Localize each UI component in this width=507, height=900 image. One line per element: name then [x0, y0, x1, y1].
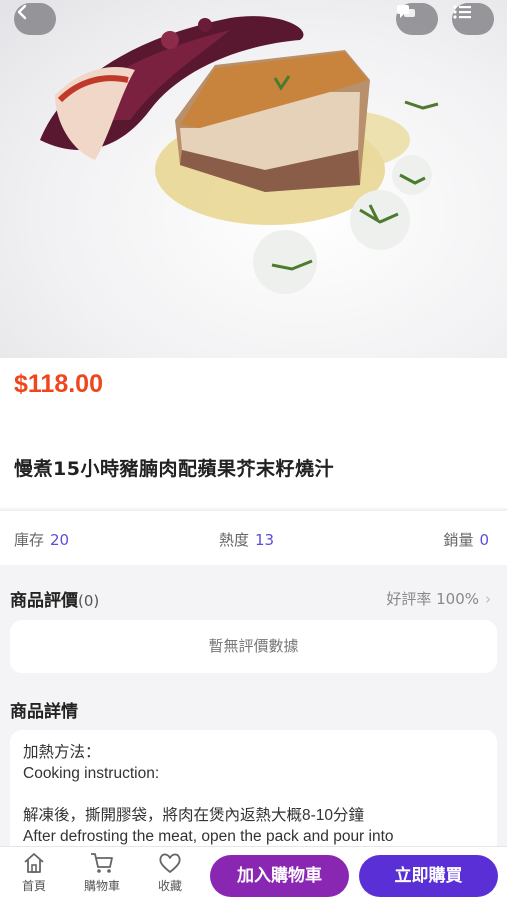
good-rate-label: 好評率 100%	[386, 590, 479, 608]
stock-stat: 庫存 20	[14, 529, 69, 550]
reviews-empty-text: 暫無評價數據	[208, 637, 299, 655]
nav-favorite-label: 收藏	[157, 879, 182, 893]
heat-stat: 熱度 13	[219, 529, 274, 550]
buy-now-button[interactable]: 立即購買	[359, 855, 498, 897]
nav-home[interactable]: 首頁	[6, 851, 62, 894]
list-menu-icon	[453, 5, 471, 19]
product-price: $118.00	[14, 370, 103, 398]
chat-button[interactable]	[396, 3, 438, 35]
heat-value: 13	[255, 531, 275, 549]
chat-icon	[397, 5, 415, 18]
heat-label: 熱度	[219, 531, 250, 549]
stock-label: 庫存	[14, 531, 45, 549]
chevron-right-icon: ›	[485, 590, 491, 608]
menu-button[interactable]	[452, 3, 494, 35]
reviews-empty: 暫無評價數據	[10, 620, 497, 673]
sales-stat: 銷量 0	[443, 529, 489, 550]
nav-cart[interactable]: 購物車	[74, 851, 130, 894]
nav-cart-label: 購物車	[83, 879, 120, 893]
back-button[interactable]	[14, 3, 56, 35]
details-line: After defrosting the meat, open the pack…	[23, 828, 394, 845]
details-line: 加熱方法：	[23, 744, 101, 761]
details-line: Cooking instruction:	[23, 765, 160, 782]
details-spacer	[23, 784, 484, 805]
details-title: 商品詳情	[10, 702, 78, 722]
home-icon	[6, 851, 62, 877]
heart-icon	[142, 851, 198, 877]
reviews-header: 商品評價(0) 好評率 100% ›	[10, 586, 497, 611]
product-stats: 庫存 20 熱度 13 銷量 0	[0, 510, 507, 565]
price-card: $118.00 慢煮15小時豬腩肉配蘋果芥末籽燒汁	[0, 358, 507, 508]
reviews-count: (0)	[78, 592, 100, 610]
details-line: 解凍後，撕開膠袋，將肉在煲內返熱大概8-10分鐘	[23, 807, 365, 824]
cart-icon	[74, 851, 130, 877]
add-to-cart-button[interactable]: 加入購物車	[210, 855, 349, 897]
sales-value: 0	[479, 531, 489, 549]
product-title: 慢煮15小時豬腩肉配蘋果芥末籽燒汁	[14, 458, 334, 480]
nav-favorite[interactable]: 收藏	[142, 851, 198, 894]
chevron-left-icon	[17, 4, 27, 20]
dish-illustration	[40, 16, 439, 294]
product-image	[0, 0, 507, 358]
bottom-bar: 首頁 購物車 收藏 加入購物車 立即購買	[0, 846, 507, 900]
stock-value: 20	[50, 531, 70, 549]
reviews-title: 商品評價	[10, 591, 78, 611]
details-content: 加熱方法： Cooking instruction: 解凍後，撕開膠袋，將肉在煲…	[10, 730, 497, 860]
nav-home-label: 首頁	[21, 879, 46, 893]
good-rate-link[interactable]: 好評率 100% ›	[386, 588, 491, 609]
sales-label: 銷量	[443, 531, 474, 549]
